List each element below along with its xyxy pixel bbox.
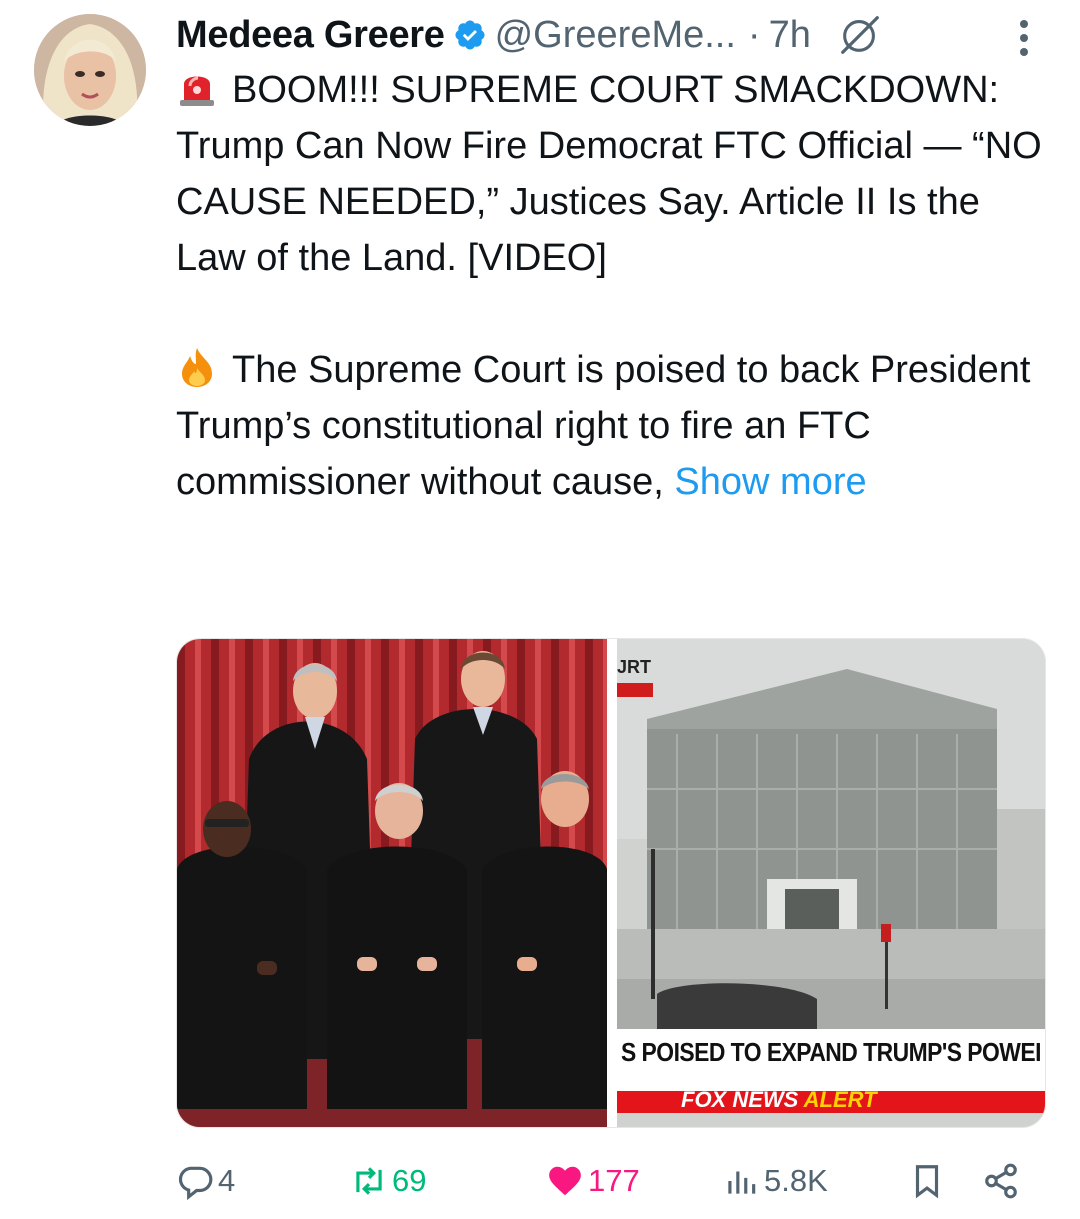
justices-photo[interactable] (177, 639, 607, 1127)
fox-news-label: FOX NEWS (681, 1087, 799, 1112)
more-options-icon[interactable] (1004, 16, 1044, 60)
fox-news-video-thumbnail[interactable]: JRT S POISED TO EXPAND TRUMP'S POWEI FOX… (617, 639, 1045, 1127)
justices-photo-image (177, 639, 607, 1127)
like-button[interactable]: 177 (546, 1156, 640, 1206)
views-icon (728, 1171, 756, 1194)
retweet-button[interactable]: 69 (350, 1156, 426, 1206)
tweet-paragraph-1-text: BOOM!!! SUPREME COURT SMACKDOWN: Trump C… (176, 69, 1042, 279)
tweet-timestamp[interactable]: 7h (769, 14, 811, 57)
author-avatar[interactable] (34, 14, 146, 126)
show-more-link[interactable]: Show more (674, 461, 866, 503)
heart-icon (549, 1166, 581, 1196)
header-separator: · (747, 13, 761, 56)
tweet-actions: 4 69 177 5.8K (176, 1156, 1046, 1206)
news-banner-text: S POISED TO EXPAND TRUMP'S POWEI (621, 1037, 1041, 1067)
author-name[interactable]: Medeea Greere (176, 14, 445, 57)
tweet-header: Medeea Greere @GreereMe... · 7h (176, 10, 883, 60)
views-button[interactable]: 5.8K (722, 1156, 828, 1206)
share-icon (985, 1163, 1017, 1199)
tweet-media[interactable]: JRT S POISED TO EXPAND TRUMP'S POWEI FOX… (176, 638, 1046, 1128)
corner-tag-bar (617, 683, 653, 697)
fire-emoji-icon (182, 348, 212, 387)
bookmark-icon (915, 1165, 939, 1199)
tweet-text: BOOM!!! SUPREME COURT SMACKDOWN: Trump C… (176, 62, 1056, 510)
alert-label: ALERT (803, 1087, 877, 1112)
retweet-count: 69 (392, 1163, 427, 1198)
share-button[interactable] (982, 1156, 1024, 1206)
reply-count: 4 (218, 1163, 236, 1198)
tweet-paragraph-2-text: The Supreme Court is poised to back Pres… (176, 349, 1031, 503)
grok-icon[interactable] (837, 12, 883, 58)
author-handle[interactable]: @GreereMe... (495, 14, 736, 57)
retweet-icon (356, 1167, 382, 1195)
channel-corner-tag: JRT (617, 657, 652, 677)
tweet-paragraph-1: BOOM!!! SUPREME COURT SMACKDOWN: Trump C… (176, 62, 1056, 286)
reply-icon (178, 1166, 213, 1200)
views-count: 5.8K (764, 1163, 828, 1198)
police-light-emoji-icon (180, 76, 214, 106)
reply-button[interactable]: 4 (176, 1156, 235, 1206)
fox-news-alert-text: FOX NEWS ALERT (681, 1087, 877, 1113)
verified-badge-icon[interactable] (453, 18, 487, 52)
tweet-paragraph-2: The Supreme Court is poised to back Pres… (176, 342, 1056, 510)
like-count: 177 (588, 1163, 640, 1198)
bookmark-button[interactable] (908, 1156, 950, 1206)
